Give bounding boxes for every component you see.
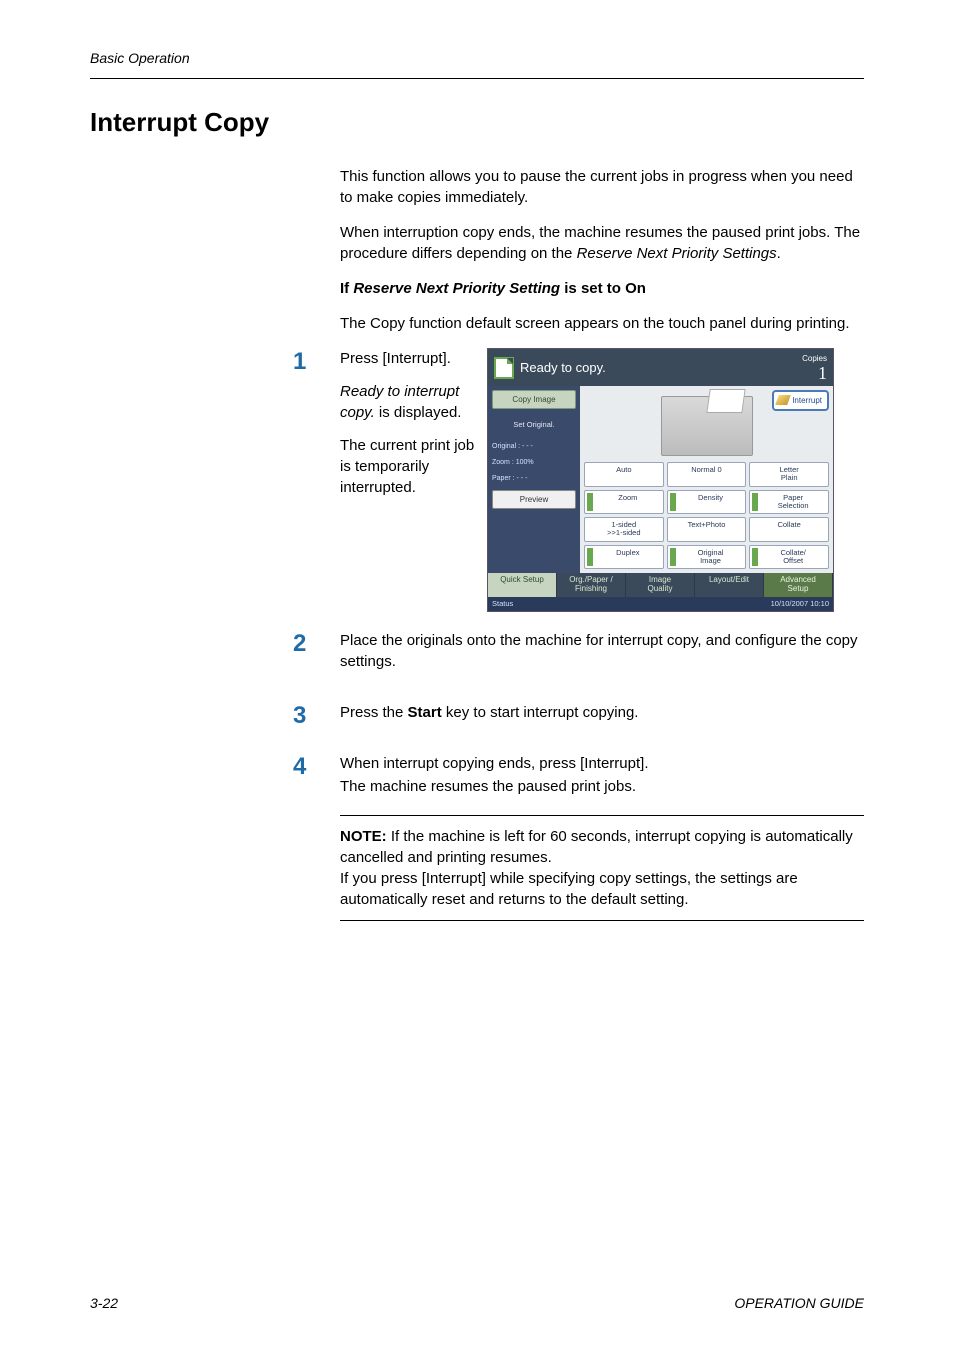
collate-offset-button[interactable]: Collate/ Offset <box>749 545 829 570</box>
meta-zoom: Zoom : 100% <box>492 454 576 467</box>
status-right: 10/10/2007 10:10 <box>771 599 829 610</box>
duplex-button[interactable]: Duplex <box>584 545 664 570</box>
lead-paragraph: The Copy function default screen appears… <box>340 313 864 334</box>
intro-p2: When interruption copy ends, the machine… <box>340 222 864 264</box>
tab-quick-setup[interactable]: Quick Setup <box>488 573 557 597</box>
auto-button[interactable]: Auto <box>584 462 664 487</box>
subhead-italic: Reserve Next Priority Setting <box>353 280 560 297</box>
intro-p2d: . <box>777 245 781 262</box>
touch-panel-screenshot: Ready to copy. Copies 1 Copy Image Set O… <box>487 348 834 612</box>
step-number: 4 <box>293 753 340 781</box>
panel-main: Interrupt Auto Normal 0 Letter Plain Zoo… <box>580 386 833 573</box>
step1-line1: Press [Interrupt]. <box>340 348 475 369</box>
panel-title: Ready to copy. <box>520 359 606 377</box>
step-number: 1 <box>293 348 340 376</box>
footer-left: 3-22 <box>90 1295 118 1311</box>
step1-line2: Ready to interrupt copy. is displayed. <box>340 381 475 423</box>
textphoto-button[interactable]: Text+Photo <box>667 517 747 542</box>
tab-org-paper-finishing[interactable]: Org./Paper / Finishing <box>557 573 626 597</box>
copies-indicator: Copies 1 <box>802 353 827 382</box>
subheading: If Reserve Next Priority Setting is set … <box>340 278 864 299</box>
step4-l2: The machine resumes the paused print job… <box>340 776 864 797</box>
copies-value: 1 <box>802 364 827 382</box>
1sided-button[interactable]: 1-sided >>1-sided <box>584 517 664 542</box>
set-original-label: Set Original. <box>492 412 576 435</box>
running-header: Basic Operation <box>90 50 864 66</box>
tab-layout-edit[interactable]: Layout/Edit <box>695 573 764 597</box>
zoom-button[interactable]: Zoom <box>584 490 664 515</box>
step2-text: Place the originals onto the machine for… <box>340 630 864 672</box>
collate-button[interactable]: Collate <box>749 517 829 542</box>
intro-p2a: When interruption copy ends, the machine… <box>340 224 830 241</box>
intro-p1: This function allows you to pause the cu… <box>340 166 864 208</box>
note-label: NOTE: <box>340 828 387 845</box>
panel-titlebar: Ready to copy. Copies 1 <box>488 349 833 386</box>
paper-selection-button[interactable]: Paper Selection <box>749 490 829 515</box>
original-image-button[interactable]: Original Image <box>667 545 747 570</box>
density-button[interactable]: Density <box>667 490 747 515</box>
step3-text: Press the Start key to start interrupt c… <box>340 702 864 723</box>
intro-p2c: Reserve Next Priority Settings <box>577 245 777 262</box>
tab-advanced-setup[interactable]: Advanced Setup <box>764 573 833 597</box>
page-title: Interrupt Copy <box>90 107 864 138</box>
letter-plain-button[interactable]: Letter Plain <box>749 462 829 487</box>
status-left: Status <box>492 599 513 610</box>
tab-image-quality[interactable]: Image Quality <box>626 573 695 597</box>
subhead-suffix: is set to On <box>560 280 646 297</box>
meta-paper: Paper : - - - <box>492 470 576 483</box>
interrupt-button[interactable]: Interrupt <box>772 390 829 411</box>
step-number: 2 <box>293 630 340 658</box>
subhead-prefix: If <box>340 280 353 297</box>
footer-right: OPERATION GUIDE <box>734 1295 864 1311</box>
step1-line3: The current print job is temporarily int… <box>340 435 475 498</box>
panel-sidebar: Copy Image Set Original. Original : - - … <box>488 386 580 573</box>
note-l2: If you press [Interrupt] while specifyin… <box>340 870 798 908</box>
step3-prefix: Press the <box>340 704 408 721</box>
header-rule <box>90 78 864 79</box>
page-footer: 3-22 OPERATION GUIDE <box>90 1255 864 1311</box>
note-block: NOTE: If the machine is left for 60 seco… <box>340 815 864 921</box>
panel-tabs: Quick Setup Org./Paper / Finishing Image… <box>488 573 833 597</box>
step-number: 3 <box>293 702 340 730</box>
step3-bold: Start <box>408 704 442 721</box>
panel-status-bar: Status 10/10/2007 10:10 <box>488 597 833 612</box>
copy-image-button[interactable]: Copy Image <box>492 390 576 409</box>
step4-l1: When interrupt copying ends, press [Inte… <box>340 753 864 774</box>
note-l1: If the machine is left for 60 seconds, i… <box>340 828 853 866</box>
normal0-button[interactable]: Normal 0 <box>667 462 747 487</box>
preview-button[interactable]: Preview <box>492 490 576 509</box>
meta-original: Original : - - - <box>492 438 576 451</box>
printer-icon <box>661 396 753 456</box>
step3-suffix: key to start interrupt copying. <box>442 704 639 721</box>
step1-line2b: is displayed. <box>375 404 462 421</box>
document-icon <box>494 357 514 379</box>
